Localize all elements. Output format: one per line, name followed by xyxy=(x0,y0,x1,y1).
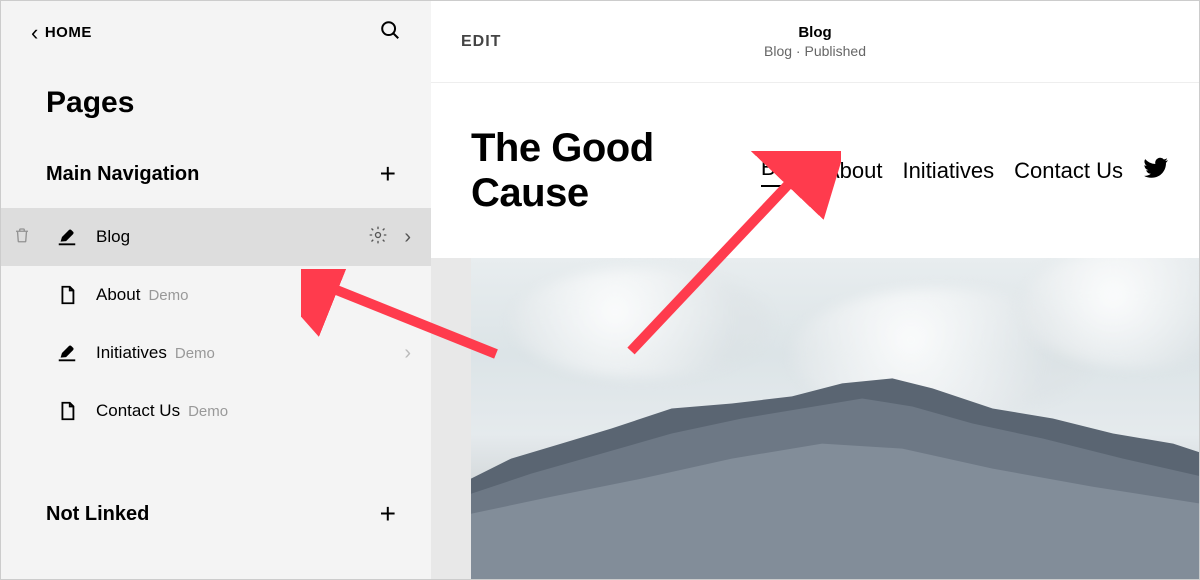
main-navigation-header: Main Navigation + xyxy=(1,140,431,208)
topbar-title: Blog xyxy=(764,24,866,41)
hero-image xyxy=(471,258,1199,579)
not-linked-label: Not Linked xyxy=(46,503,149,526)
page-label: Initiatives xyxy=(96,343,167,363)
nav-item-blog[interactable]: Blog xyxy=(761,155,805,187)
edit-button[interactable]: EDIT xyxy=(461,33,501,51)
preview-pane: EDIT Blog Blog · Published The Good Caus… xyxy=(431,1,1199,579)
chevron-right-icon[interactable]: › xyxy=(404,342,411,365)
page-demo-tag: Demo xyxy=(148,287,188,304)
page-label: Blog xyxy=(96,227,130,247)
trash-icon[interactable] xyxy=(13,226,31,249)
page-item-contact-us[interactable]: Contact Us Demo xyxy=(1,382,431,440)
site-header: The Good Cause Blog About Initiatives Co… xyxy=(431,83,1199,258)
topbar-subtitle: Blog · Published xyxy=(764,43,866,59)
add-page-icon[interactable]: + xyxy=(380,158,396,190)
home-link[interactable]: ‹ HOME xyxy=(31,22,92,44)
site-nav: Blog About Initiatives Contact Us xyxy=(761,155,1169,187)
page-label: About xyxy=(96,285,140,305)
add-page-icon[interactable]: + xyxy=(380,498,396,530)
pages-heading: Pages xyxy=(1,56,431,140)
page-label: Contact Us xyxy=(96,401,180,421)
pen-icon xyxy=(56,226,78,248)
file-icon xyxy=(56,400,78,422)
page-item-about[interactable]: About Demo xyxy=(1,266,431,324)
pen-icon xyxy=(56,342,78,364)
chevron-left-icon: ‹ xyxy=(31,22,39,44)
twitter-icon[interactable] xyxy=(1143,155,1169,187)
gear-icon[interactable] xyxy=(368,225,388,250)
search-icon[interactable] xyxy=(379,19,401,46)
page-list: Blog › About Demo xyxy=(1,208,431,440)
site-title[interactable]: The Good Cause xyxy=(471,126,711,216)
nav-item-about[interactable]: About xyxy=(825,158,883,184)
page-item-initiatives[interactable]: Initiatives Demo › xyxy=(1,324,431,382)
preview-topbar: EDIT Blog Blog · Published xyxy=(431,1,1199,83)
page-demo-tag: Demo xyxy=(188,403,228,420)
page-item-blog[interactable]: Blog › xyxy=(1,208,431,266)
chevron-right-icon[interactable]: › xyxy=(404,226,411,249)
file-icon xyxy=(56,284,78,306)
not-linked-header: Not Linked + xyxy=(1,480,431,548)
main-nav-label: Main Navigation xyxy=(46,163,199,186)
nav-item-contact[interactable]: Contact Us xyxy=(1014,158,1123,184)
nav-item-initiatives[interactable]: Initiatives xyxy=(902,158,994,184)
home-label: HOME xyxy=(45,24,92,41)
page-demo-tag: Demo xyxy=(175,345,215,362)
sidebar: ‹ HOME Pages Main Navigation + Blog xyxy=(1,1,431,579)
